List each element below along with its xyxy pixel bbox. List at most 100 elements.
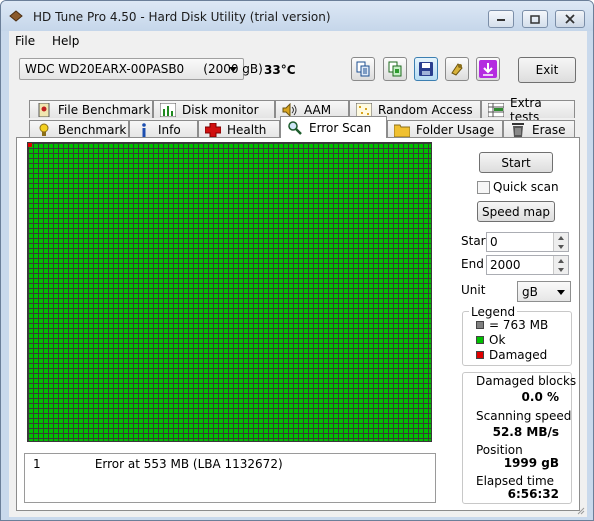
drive-select[interactable]: WDC WD20EARX-00PASB0 (2000 gB) xyxy=(19,58,263,80)
legend-title: Legend xyxy=(469,305,518,319)
end-field-label: End xyxy=(461,257,484,271)
chevron-down-icon xyxy=(557,290,565,295)
tab-file-benchmark[interactable]: File Benchmark xyxy=(29,100,153,118)
trash-icon xyxy=(512,122,524,137)
start-field-value: 0 xyxy=(490,235,498,249)
legend-block-size: = 763 MB xyxy=(489,318,549,332)
spin-down-icon[interactable] xyxy=(553,265,568,274)
app-window: HD Tune Pro 4.50 - Hard Disk Utility (tr… xyxy=(0,0,594,521)
client-area: File Help WDC WD20EARX-00PASB0 (2000 gB)… xyxy=(9,31,587,517)
tab-folder-usage[interactable]: Folder Usage xyxy=(387,120,503,138)
tab-label: Random Access xyxy=(378,102,473,117)
quick-scan-checkbox[interactable] xyxy=(477,181,490,194)
spin-up-icon[interactable] xyxy=(553,256,568,265)
speed-map-label: Speed map xyxy=(481,204,551,219)
elapsed-time-label: Elapsed time xyxy=(476,474,555,488)
legend-damaged-label: Damaged xyxy=(489,348,548,362)
scanning-speed-label: Scanning speed xyxy=(476,409,572,423)
damaged-block xyxy=(28,143,32,147)
benchmark-icon xyxy=(39,123,49,136)
options-button[interactable] xyxy=(445,57,469,81)
health-cross-icon xyxy=(205,122,221,137)
menu-bar: File Help xyxy=(9,31,587,51)
menu-file[interactable]: File xyxy=(15,34,35,48)
chevron-down-icon xyxy=(229,67,237,72)
tab-label: Benchmark xyxy=(58,122,127,137)
legend-damaged-swatch xyxy=(476,351,484,359)
unit-select-value: gB xyxy=(522,285,538,299)
resize-grip-icon[interactable] xyxy=(575,505,585,515)
copy-screenshot-button[interactable] xyxy=(383,57,407,81)
tab-label: Disk monitor xyxy=(182,102,259,117)
tab-health[interactable]: Health xyxy=(198,120,280,138)
start-field[interactable]: 0 xyxy=(486,232,569,252)
start-scan-label: Start xyxy=(501,155,531,170)
log-message: Error at 553 MB (LBA 1132672) xyxy=(94,457,283,471)
speed-map-button[interactable]: Speed map xyxy=(477,201,555,222)
tab-erase[interactable]: Erase xyxy=(503,120,575,138)
maximize-button[interactable] xyxy=(522,10,548,28)
spin-up-icon[interactable] xyxy=(553,233,568,242)
exit-button[interactable]: Exit xyxy=(518,57,576,83)
speaker-icon xyxy=(282,102,297,117)
extra-tests-icon xyxy=(488,102,504,117)
folder-icon xyxy=(394,124,410,137)
info-icon xyxy=(142,122,146,137)
file-benchmark-icon xyxy=(38,102,50,117)
copy-info-button[interactable] xyxy=(351,57,375,81)
end-field[interactable]: 2000 xyxy=(486,255,569,275)
download-icon xyxy=(479,60,497,78)
tab-benchmark[interactable]: Benchmark xyxy=(29,120,129,138)
tab-label: Folder Usage xyxy=(416,122,495,137)
download-button[interactable] xyxy=(476,57,500,81)
scan-block-map xyxy=(27,142,432,442)
position-value: 1999 gB xyxy=(503,456,559,470)
log-index: 1 xyxy=(33,457,41,471)
tab-label: Error Scan xyxy=(309,120,372,135)
tab-label: Health xyxy=(227,122,267,137)
magnifier-icon xyxy=(288,120,302,135)
app-icon xyxy=(9,10,23,22)
tab-info[interactable]: Info xyxy=(129,120,198,138)
legend-ok-label: Ok xyxy=(489,333,506,347)
copy-info-icon xyxy=(356,61,370,77)
title-bar[interactable]: HD Tune Pro 4.50 - Hard Disk Utility (tr… xyxy=(1,1,593,31)
legend-ok-swatch xyxy=(476,336,484,344)
unit-select[interactable]: gB xyxy=(517,281,571,302)
save-icon xyxy=(419,62,433,76)
copy-screenshot-icon xyxy=(388,61,402,77)
tab-label: Info xyxy=(158,122,181,137)
tab-label: File Benchmark xyxy=(58,102,151,117)
minimize-icon xyxy=(497,19,505,21)
minimize-button[interactable] xyxy=(488,10,514,28)
window-title: HD Tune Pro 4.50 - Hard Disk Utility (tr… xyxy=(33,10,331,24)
close-icon xyxy=(565,14,575,24)
error-log-list[interactable]: 1 Error at 553 MB (LBA 1132672) xyxy=(24,453,436,503)
list-item[interactable]: 1 Error at 553 MB (LBA 1132672) xyxy=(33,457,283,471)
legend-block-swatch xyxy=(476,321,484,329)
scanning-speed-value: 52.8 MB/s xyxy=(492,425,559,439)
maximize-icon xyxy=(530,14,540,24)
temperature-readout: 33°C xyxy=(264,63,296,77)
tab-label: Erase xyxy=(532,122,566,137)
options-icon xyxy=(451,63,463,76)
close-button[interactable] xyxy=(555,10,585,28)
tab-label: AAM xyxy=(304,102,332,117)
save-button[interactable] xyxy=(414,57,438,81)
tab-disk-monitor[interactable]: Disk monitor xyxy=(153,100,275,118)
exit-button-label: Exit xyxy=(535,63,559,77)
position-label: Position xyxy=(476,443,523,457)
start-scan-button[interactable]: Start xyxy=(479,152,553,173)
spin-down-icon[interactable] xyxy=(553,242,568,251)
elapsed-time-value: 6:56:32 xyxy=(507,487,559,501)
disk-monitor-icon xyxy=(160,102,176,117)
random-access-icon xyxy=(356,102,372,117)
end-field-value: 2000 xyxy=(490,258,521,272)
quick-scan-label: Quick scan xyxy=(493,180,559,194)
drive-select-value: WDC WD20EARX-00PASB0 (2000 gB) xyxy=(25,62,263,76)
tab-extra-tests[interactable]: Extra tests xyxy=(481,96,575,124)
unit-label: Unit xyxy=(461,283,486,297)
tab-error-scan[interactable]: Error Scan xyxy=(280,116,387,138)
menu-help[interactable]: Help xyxy=(52,34,79,48)
damaged-blocks-label: Damaged blocks xyxy=(476,374,577,388)
